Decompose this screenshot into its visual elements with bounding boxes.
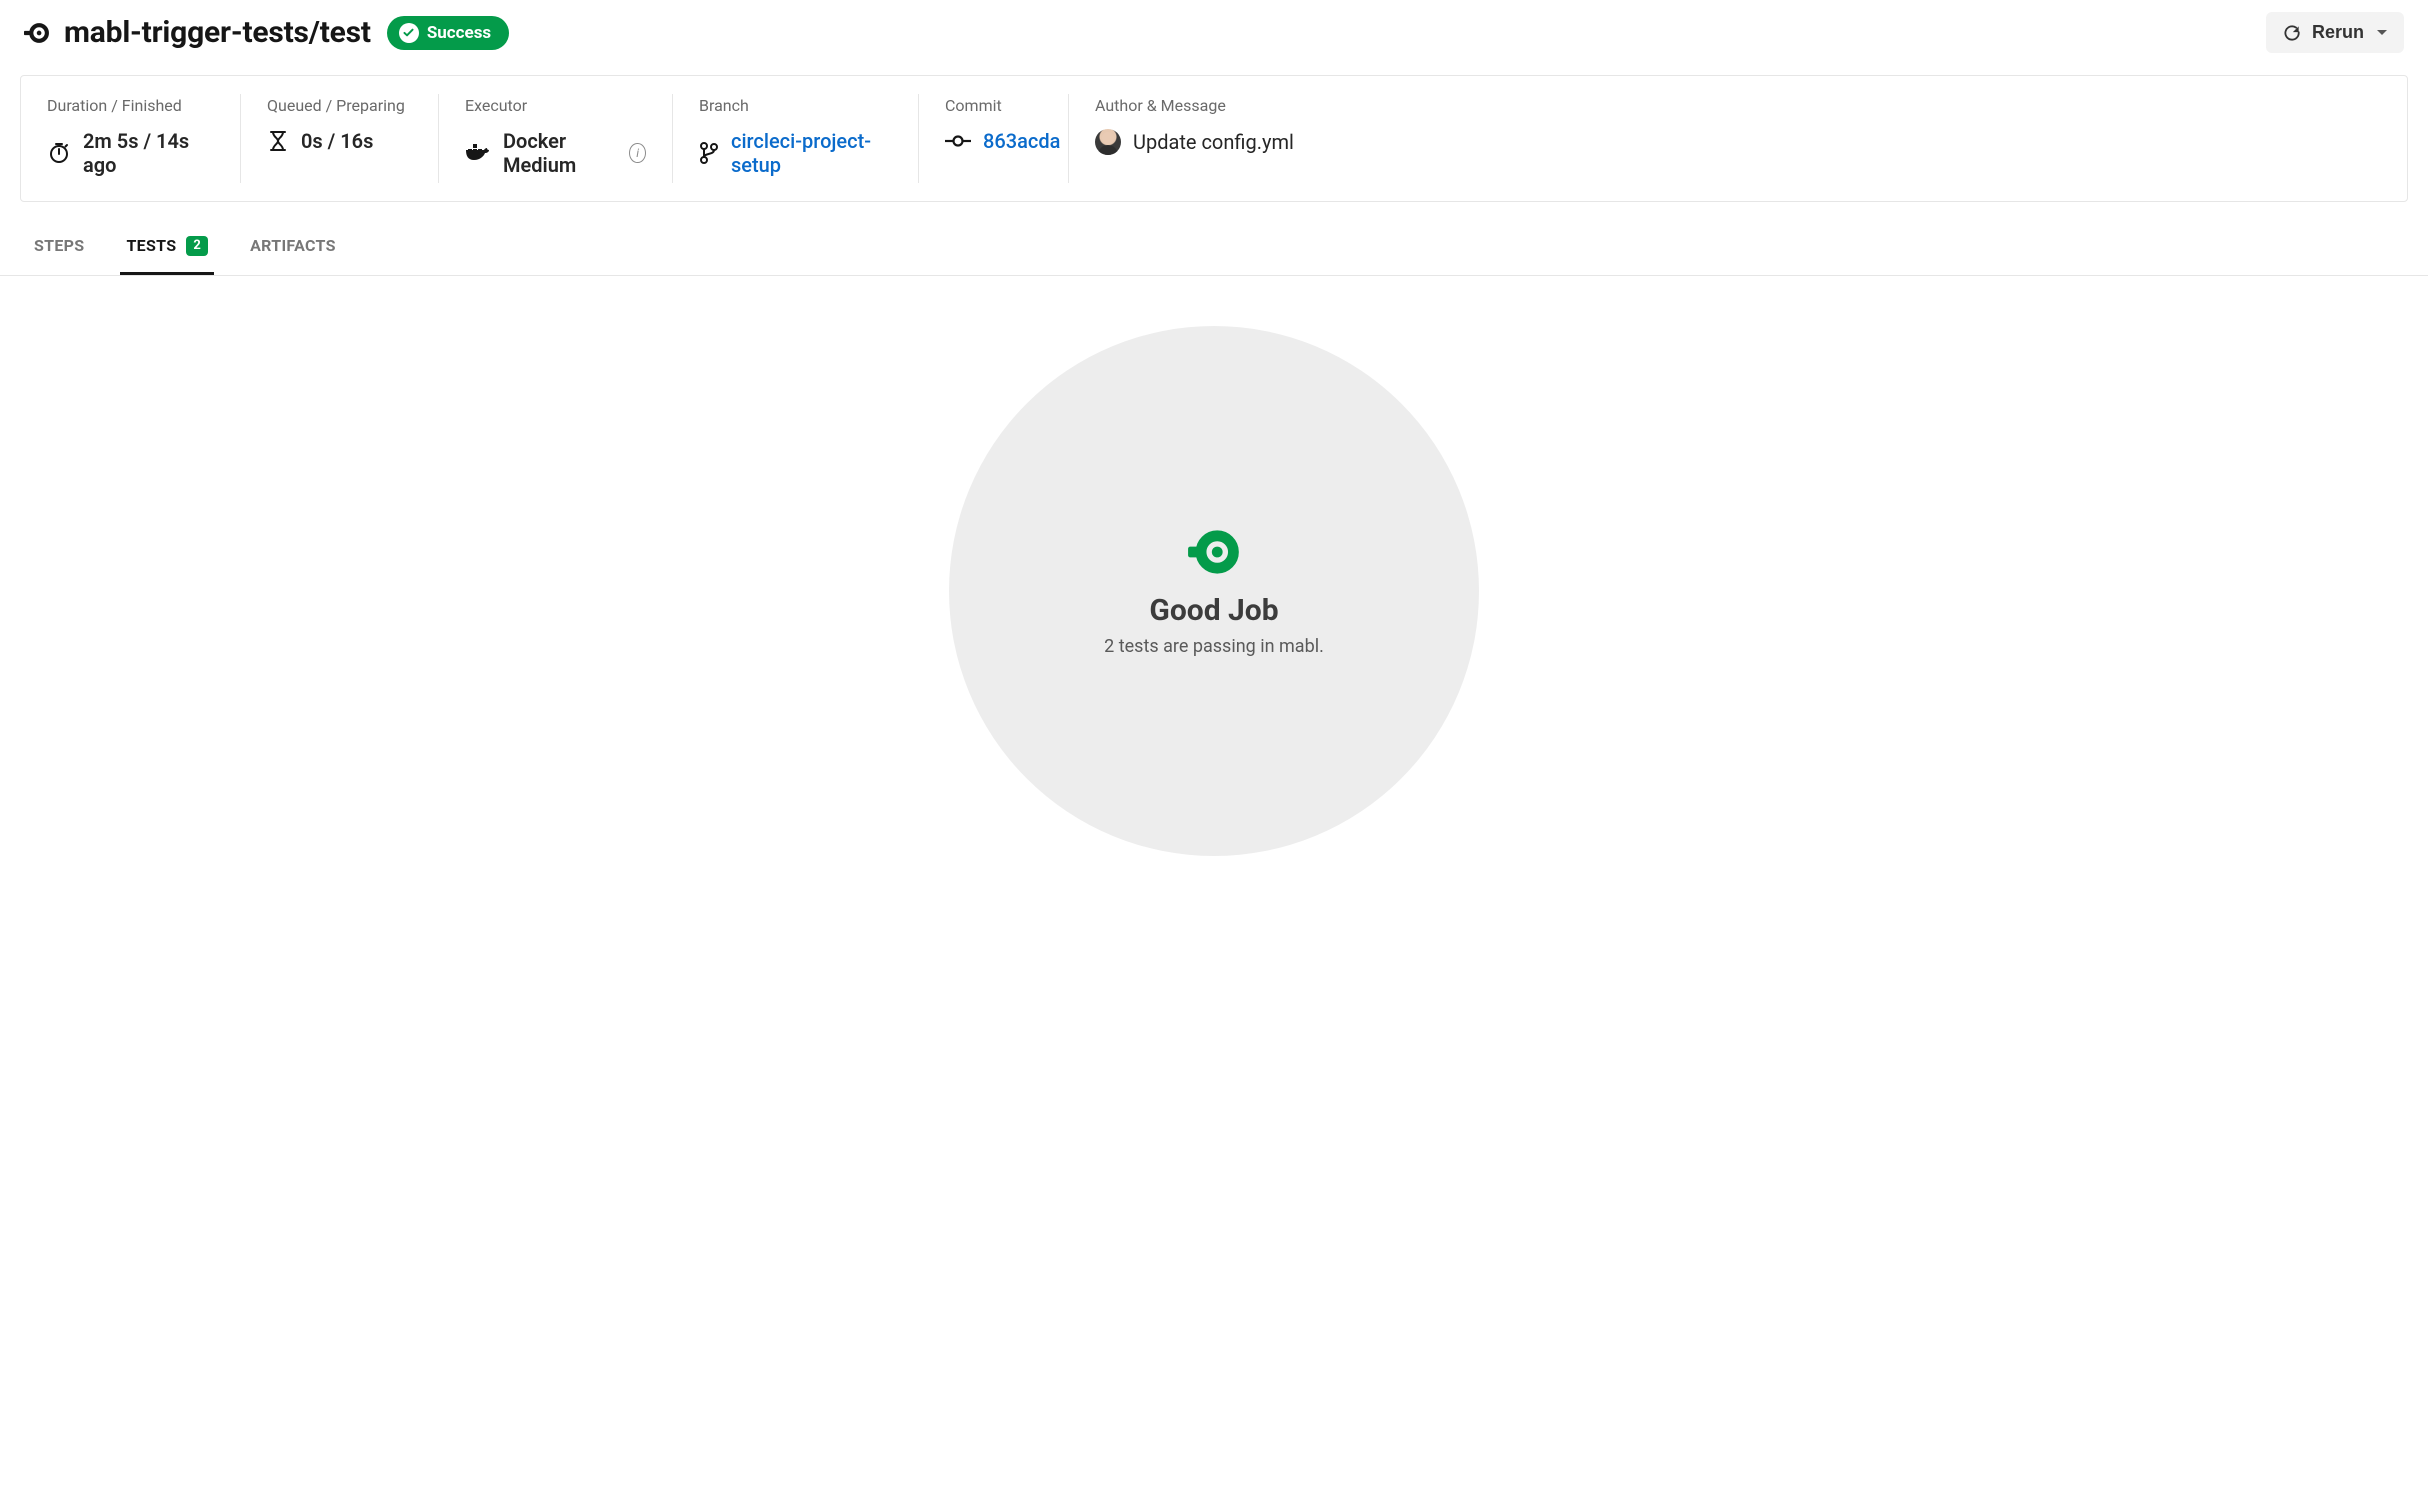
info-executor: Executor Docker Medium i bbox=[439, 94, 673, 183]
commit-icon bbox=[945, 134, 971, 148]
status-badge: Success bbox=[387, 16, 509, 50]
stopwatch-icon bbox=[47, 141, 71, 165]
chevron-down-icon bbox=[2376, 29, 2388, 37]
result-subtitle: 2 tests are passing in mabl. bbox=[1104, 636, 1324, 657]
hourglass-icon bbox=[267, 129, 289, 153]
tab-artifacts-label: ARTIFACTS bbox=[250, 236, 336, 255]
tab-tests-label: TESTS bbox=[126, 236, 176, 255]
branch-icon bbox=[699, 141, 719, 165]
docker-icon bbox=[465, 143, 491, 163]
result-title: Good Job bbox=[1149, 593, 1278, 628]
header-left: mabl-trigger-tests/test Success bbox=[24, 15, 509, 50]
header-row: mabl-trigger-tests/test Success Rerun bbox=[20, 0, 2408, 75]
tab-artifacts[interactable]: ARTIFACTS bbox=[244, 230, 342, 275]
tabs: STEPS TESTS 2 ARTIFACTS bbox=[0, 230, 2428, 276]
info-duration-label: Duration / Finished bbox=[47, 96, 214, 115]
branch-link[interactable]: circleci-project-setup bbox=[731, 129, 892, 177]
check-circle-icon bbox=[399, 23, 419, 43]
result-area: Good Job 2 tests are passing in mabl. bbox=[20, 276, 2408, 856]
info-queued: Queued / Preparing 0s / 16s bbox=[241, 94, 439, 183]
info-author: Author & Message Update config.yml bbox=[1069, 94, 2407, 183]
tab-steps-label: STEPS bbox=[34, 236, 84, 255]
commit-message: Update config.yml bbox=[1133, 130, 1294, 154]
info-commit: Commit 863acda bbox=[919, 94, 1069, 183]
info-commit-label: Commit bbox=[945, 96, 1042, 115]
tab-tests[interactable]: TESTS 2 bbox=[120, 230, 214, 275]
tab-tests-badge: 2 bbox=[186, 236, 208, 256]
result-circle: Good Job 2 tests are passing in mabl. bbox=[949, 326, 1479, 856]
refresh-icon bbox=[2282, 23, 2302, 43]
circleci-green-icon bbox=[1187, 525, 1241, 579]
info-panel: Duration / Finished 2m 5s / 14s ago Queu… bbox=[20, 75, 2408, 202]
commit-link[interactable]: 863acda bbox=[983, 129, 1060, 153]
info-duration: Duration / Finished 2m 5s / 14s ago bbox=[21, 94, 241, 183]
info-author-label: Author & Message bbox=[1095, 96, 2381, 115]
rerun-button[interactable]: Rerun bbox=[2266, 12, 2404, 53]
info-branch-label: Branch bbox=[699, 96, 892, 115]
info-executor-value: Docker Medium bbox=[503, 129, 617, 177]
status-label: Success bbox=[427, 23, 491, 43]
avatar bbox=[1095, 129, 1121, 155]
title-group: mabl-trigger-tests/test bbox=[24, 15, 371, 50]
info-queued-value: 0s / 16s bbox=[301, 129, 373, 153]
tab-steps[interactable]: STEPS bbox=[28, 230, 90, 275]
rerun-label: Rerun bbox=[2312, 22, 2364, 43]
info-queued-label: Queued / Preparing bbox=[267, 96, 412, 115]
circleci-logo-icon bbox=[24, 20, 50, 46]
page-title: mabl-trigger-tests/test bbox=[64, 15, 371, 50]
info-duration-value: 2m 5s / 14s ago bbox=[83, 129, 214, 177]
info-branch: Branch circleci-project-setup bbox=[673, 94, 919, 183]
info-executor-label: Executor bbox=[465, 96, 646, 115]
info-icon[interactable]: i bbox=[629, 143, 646, 163]
